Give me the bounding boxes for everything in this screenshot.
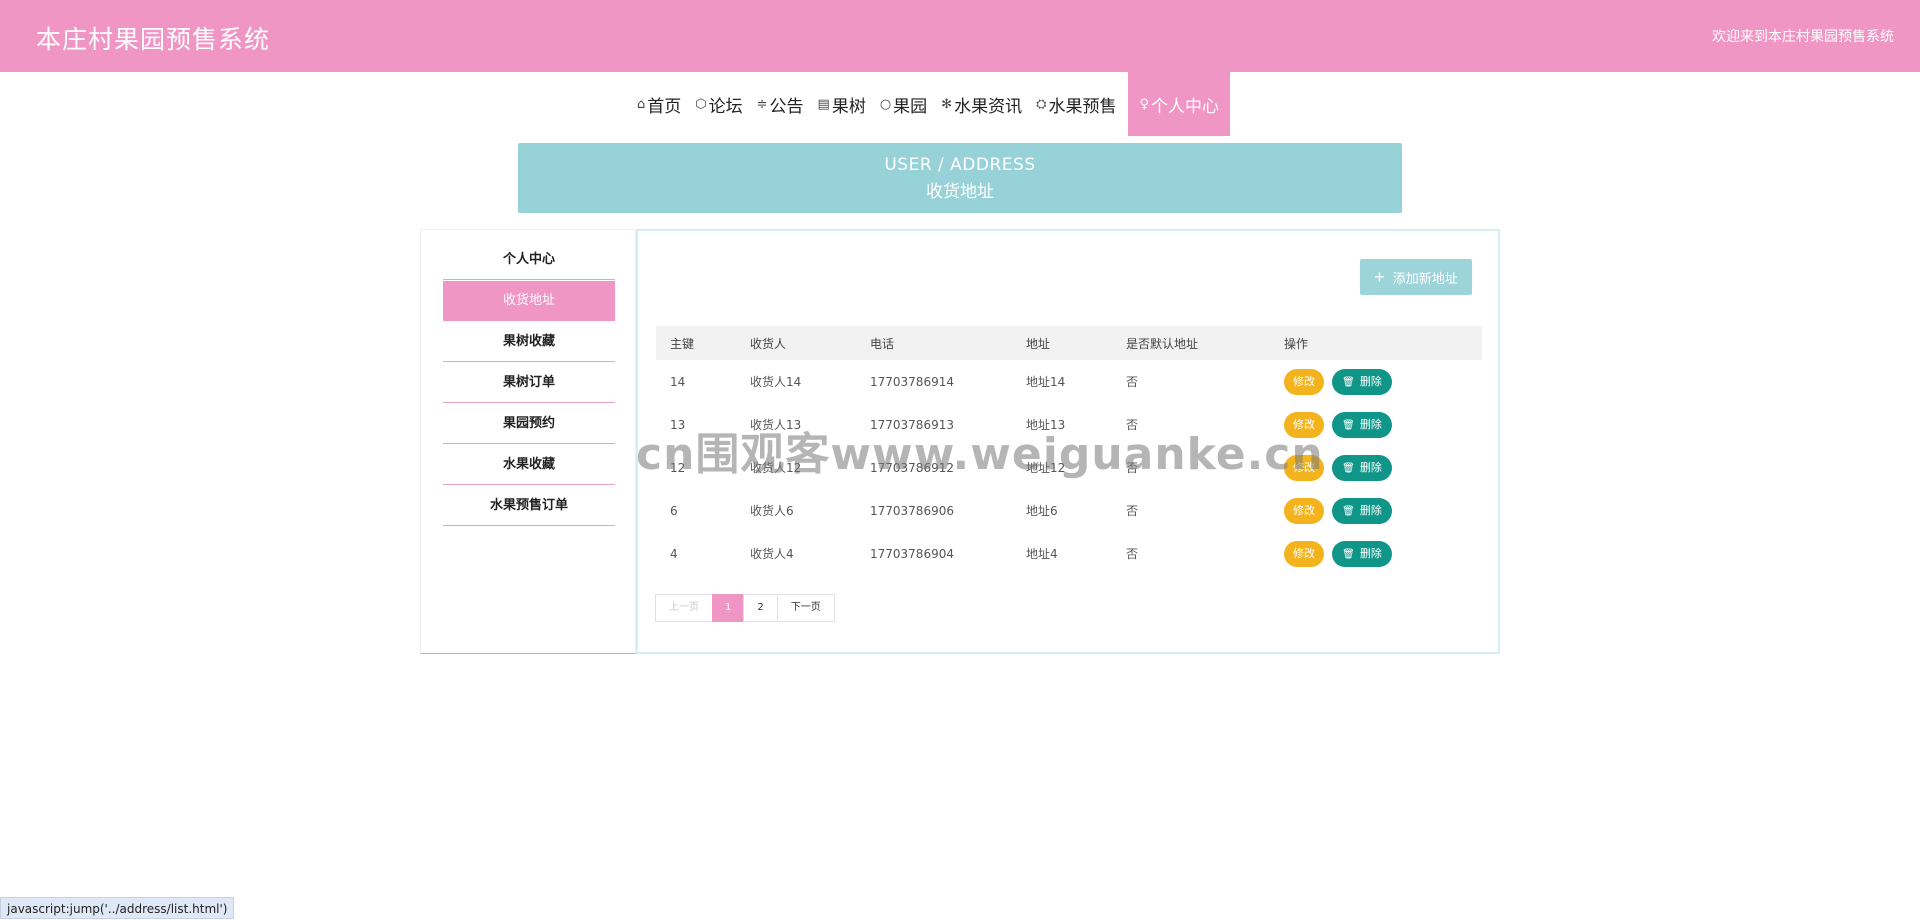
nav-item-orchard[interactable]: ○果园 [873, 72, 934, 136]
prev-page-button[interactable]: 上一页 [655, 594, 713, 622]
nav-item-fruit-presale[interactable]: ⛭水果预售 [1029, 72, 1123, 136]
trash-icon: 🗑 [1342, 506, 1355, 517]
cell-id: 4 [656, 532, 736, 575]
table-header-row: 主键收货人电话地址是否默认地址操作 [656, 326, 1482, 360]
sidebar-item-user-center[interactable]: 个人中心 [443, 240, 615, 280]
delete-label: 删除 [1360, 419, 1382, 431]
column-header: 收货人 [736, 326, 856, 360]
home-icon: ⌂ [637, 97, 645, 112]
nav-item-fruit-tree[interactable]: ▤果树 [811, 72, 873, 136]
snowflake-icon: ✻ [941, 97, 952, 112]
cell-default: 否 [1112, 489, 1270, 532]
page-2-button[interactable]: 2 [743, 594, 777, 622]
site-title: 本庄村果园预售系统 [36, 20, 270, 56]
nav-item-label: 论坛 [709, 92, 743, 117]
sidebar-item-presale-orders[interactable]: 水果预售订单 [443, 486, 615, 526]
add-address-button[interactable]: + 添加新地址 [1360, 259, 1472, 295]
table-row: 14收货人1417703786914地址14否修改 🗑 删除 [656, 360, 1482, 403]
cell-phone: 17703786904 [856, 532, 1012, 575]
nav-item-label: 首页 [647, 92, 681, 117]
cell-phone: 17703786906 [856, 489, 1012, 532]
cell-phone: 17703786914 [856, 360, 1012, 403]
plus-icon: + [1374, 268, 1385, 286]
cell-default: 否 [1112, 360, 1270, 403]
sliders-icon: ≑ [757, 97, 768, 112]
edit-button[interactable]: 修改 [1284, 369, 1324, 395]
delete-button[interactable]: 🗑 删除 [1332, 455, 1392, 481]
trash-icon: 🗑 [1342, 463, 1355, 474]
cell-address: 地址4 [1012, 532, 1112, 575]
main-nav-items: ⌂首页⬡论坛≑公告▤果树○果园✻水果资讯⛭水果预售♀个人中心 [630, 72, 1230, 136]
column-header: 操作 [1270, 326, 1482, 360]
sidebar-item-orchard-booking[interactable]: 果园预约 [443, 404, 615, 444]
pagination: 上一页12下一页 [656, 594, 835, 622]
cell-actions: 修改 🗑 删除 [1270, 489, 1482, 532]
delete-label: 删除 [1360, 505, 1382, 517]
table-row: 6收货人617703786906地址6否修改 🗑 删除 [656, 489, 1482, 532]
browser-status-bar: javascript:jump('../address/list.html') [0, 897, 234, 919]
nav-item-fruit-news[interactable]: ✻水果资讯 [934, 72, 1029, 136]
cell-recipient: 收货人6 [736, 489, 856, 532]
trash-icon: 🗑 [1342, 420, 1355, 431]
nav-item-label: 果树 [832, 92, 866, 117]
nav-item-user-center[interactable]: ♀个人中心 [1128, 72, 1230, 136]
page-banner: USER / ADDRESS 收货地址 [518, 143, 1402, 213]
top-header: 本庄村果园预售系统 欢迎来到本庄村果园预售系统 [0, 0, 1920, 72]
column-header: 地址 [1012, 326, 1112, 360]
cell-id: 14 [656, 360, 736, 403]
nav-item-home[interactable]: ⌂首页 [630, 72, 688, 136]
trash-icon: 🗑 [1342, 549, 1355, 560]
box-icon: ⬡ [695, 97, 706, 112]
column-header: 主键 [656, 326, 736, 360]
edit-button[interactable]: 修改 [1284, 541, 1324, 567]
page-1-button[interactable]: 1 [712, 594, 744, 622]
welcome-text: 欢迎来到本庄村果园预售系统 [1712, 26, 1894, 46]
cell-recipient: 收货人14 [736, 360, 856, 403]
delete-label: 删除 [1360, 548, 1382, 560]
sidebar-menu: 个人中心收货地址果树收藏果树订单果园预约水果收藏水果预售订单 [420, 229, 636, 654]
cell-actions: 修改 🗑 删除 [1270, 532, 1482, 575]
banner-english-title: USER / ADDRESS [518, 155, 1402, 175]
sidebar-item-fruit-favorites[interactable]: 水果收藏 [443, 445, 615, 485]
banner-chinese-title: 收货地址 [518, 177, 1402, 202]
nav-item-notice[interactable]: ≑公告 [750, 72, 811, 136]
nav-item-label: 公告 [770, 92, 804, 117]
sidebar-item-tree-orders[interactable]: 果树订单 [443, 363, 615, 403]
delete-label: 删除 [1360, 376, 1382, 388]
nav-item-label: 水果预售 [1048, 92, 1116, 117]
delete-button[interactable]: 🗑 删除 [1332, 498, 1392, 524]
cell-address: 地址6 [1012, 489, 1112, 532]
cell-actions: 修改 🗑 删除 [1270, 360, 1482, 403]
add-address-label: 添加新地址 [1393, 268, 1458, 287]
delete-label: 删除 [1360, 462, 1382, 474]
sidebar-item-tree-favorites[interactable]: 果树收藏 [443, 322, 615, 362]
cell-address: 地址14 [1012, 360, 1112, 403]
cell-recipient: 收货人4 [736, 532, 856, 575]
nav-item-forum[interactable]: ⬡论坛 [688, 72, 749, 136]
cell-id: 6 [656, 489, 736, 532]
next-page-button[interactable]: 下一页 [777, 594, 835, 622]
user-icon: ♀ [1139, 97, 1149, 112]
calendar-icon: ▤ [818, 97, 830, 112]
circle-icon: ○ [880, 97, 891, 112]
delete-button[interactable]: 🗑 删除 [1332, 412, 1392, 438]
main-nav: ⌂首页⬡论坛≑公告▤果树○果园✻水果资讯⛭水果预售♀个人中心 [0, 72, 1920, 136]
table-row: 4收货人417703786904地址4否修改 🗑 删除 [656, 532, 1482, 575]
sidebar-item-shipping-address[interactable]: 收货地址 [443, 281, 615, 321]
watermark-text: cn围观客www.weiguanke.cn [636, 418, 1324, 482]
column-header: 是否默认地址 [1112, 326, 1270, 360]
column-header: 电话 [856, 326, 1012, 360]
edit-button[interactable]: 修改 [1284, 498, 1324, 524]
nav-item-label: 水果资讯 [954, 92, 1022, 117]
gear-icon: ⛭ [1036, 97, 1046, 112]
nav-item-label: 个人中心 [1151, 92, 1219, 117]
nav-item-label: 果园 [893, 92, 927, 117]
delete-button[interactable]: 🗑 删除 [1332, 541, 1392, 567]
trash-icon: 🗑 [1342, 377, 1355, 388]
cell-default: 否 [1112, 532, 1270, 575]
delete-button[interactable]: 🗑 删除 [1332, 369, 1392, 395]
